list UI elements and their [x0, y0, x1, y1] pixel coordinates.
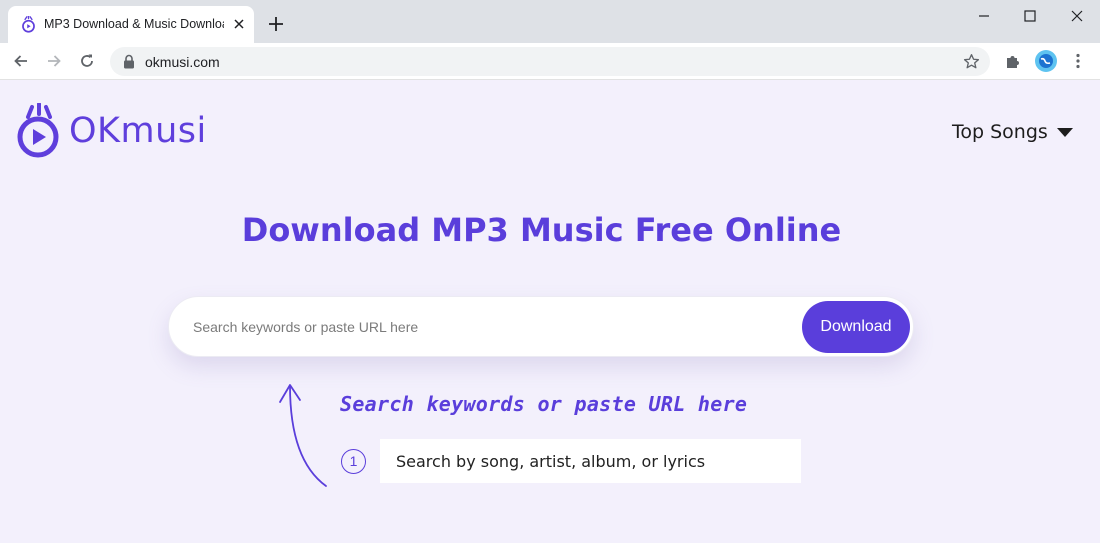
globe-icon	[1039, 54, 1053, 68]
top-songs-dropdown[interactable]: Top Songs	[952, 121, 1073, 143]
tab-title: MP3 Download & Music Download	[44, 17, 224, 31]
step-instruction-box: Search by song, artist, album, or lyrics	[380, 439, 801, 483]
okmusi-logo-mark-icon	[17, 103, 59, 158]
address-bar[interactable]: okmusi.com	[110, 47, 990, 76]
download-button[interactable]: Download	[802, 301, 910, 353]
close-tab-icon[interactable]	[230, 15, 248, 33]
step-number-badge: 1	[341, 449, 366, 474]
hand-drawn-arrow-icon	[279, 384, 327, 487]
okmusi-logo[interactable]: OKmusi	[15, 103, 215, 161]
reload-icon[interactable]	[78, 52, 96, 70]
close-window-icon[interactable]	[1069, 8, 1085, 24]
extensions-puzzle-icon[interactable]	[1004, 52, 1022, 70]
hint-heading: Search keywords or paste URL here	[340, 392, 748, 416]
maximize-icon[interactable]	[1022, 8, 1038, 24]
profile-avatar-icon[interactable]	[1035, 50, 1057, 72]
url-text: okmusi.com	[145, 54, 220, 70]
bookmark-star-icon[interactable]	[963, 53, 980, 70]
page-title: Download MP3 Music Free Online	[241, 211, 842, 249]
search-bar: Download	[168, 296, 914, 357]
browser-tab[interactable]: MP3 Download & Music Download	[8, 6, 254, 43]
browser-toolbar: okmusi.com	[0, 43, 1100, 80]
kebab-menu-icon[interactable]	[1071, 52, 1085, 70]
forward-arrow-icon[interactable]	[45, 52, 63, 70]
back-arrow-icon[interactable]	[12, 52, 30, 70]
okmusi-favicon-icon	[22, 16, 35, 33]
top-songs-label: Top Songs	[952, 121, 1048, 143]
logo-text: OKmusi	[69, 111, 207, 151]
search-input[interactable]	[193, 315, 753, 339]
step-instruction-text: Search by song, artist, album, or lyrics	[396, 452, 706, 471]
browser-tab-bar: MP3 Download & Music Download	[0, 0, 1100, 43]
minimize-icon[interactable]	[976, 8, 992, 24]
new-tab-icon[interactable]	[266, 14, 286, 34]
lock-icon[interactable]	[123, 54, 135, 69]
caret-down-icon	[1056, 127, 1073, 137]
